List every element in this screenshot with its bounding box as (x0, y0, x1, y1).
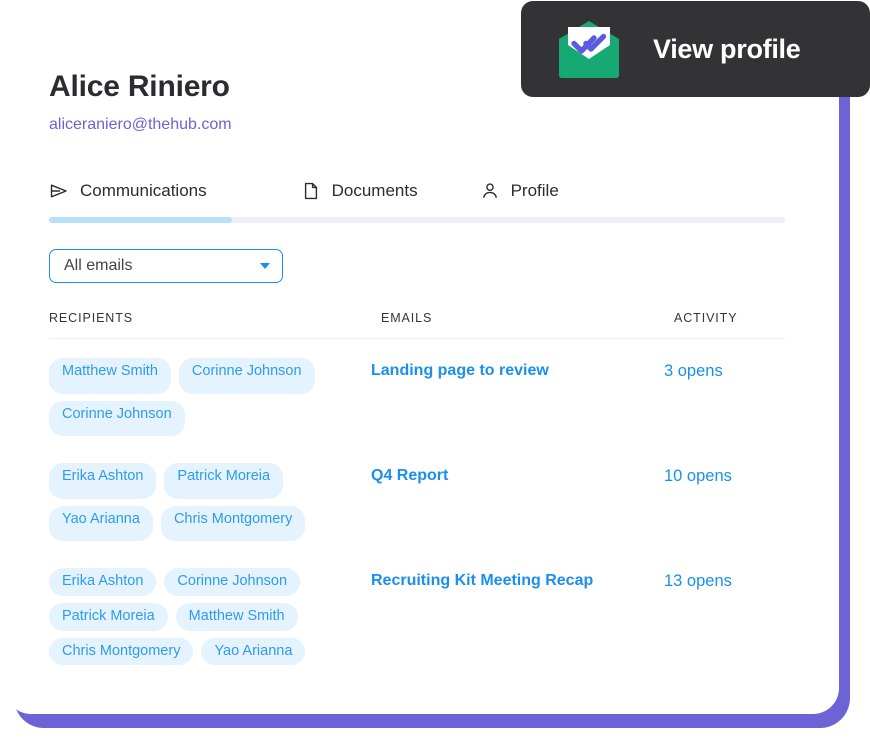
column-header-recipients: RECIPIENTS (49, 311, 134, 326)
profile-card: Alice Riniero aliceraniero@thehub.com Co… (5, 28, 839, 714)
recipient-chip[interactable]: Corinne Johnson (49, 400, 185, 437)
user-email-link[interactable]: aliceraniero@thehub.com (49, 115, 232, 134)
tab-profile[interactable]: Profile (480, 176, 559, 206)
emails-table: RECIPIENTS EMAILS ACTIVITY Matthew Smith… (49, 311, 785, 673)
recipient-chip[interactable]: Erika Ashton (49, 568, 157, 596)
tab-profile-label: Profile (510, 181, 559, 201)
recipient-chip-group: Erika Ashton Corinne Johnson Patrick Morei… (49, 568, 371, 666)
recipient-chip[interactable]: Chris Montgomery (49, 637, 194, 666)
tab-underline-track (49, 217, 785, 224)
recipient-chip[interactable]: Corinne Johnson (178, 358, 315, 394)
mail-read-icon (553, 19, 625, 79)
person-icon (480, 181, 500, 201)
table-header-row: RECIPIENTS EMAILS ACTIVITY (49, 311, 785, 340)
email-subject-link[interactable]: Landing page to review (371, 358, 664, 436)
recipient-chip[interactable]: Patrick Moreia (49, 602, 168, 631)
recipient-chip-group: Matthew Smith Corinne Johnson Corinne John… (49, 358, 371, 437)
recipient-chip[interactable]: Erika Ashton (49, 463, 157, 499)
table-row: Erika Ashton Patrick Moreia Yao Arianna Chr… (49, 444, 785, 549)
table-body: Matthew Smith Corinne Johnson Corinne John… (49, 339, 785, 673)
table-row: Matthew Smith Corinne Johnson Corinne John… (49, 339, 785, 444)
view-profile-tooltip[interactable]: View profile (521, 1, 870, 97)
column-header-activity: ACTIVITY (674, 311, 738, 326)
recipient-chip[interactable]: Matthew Smith (175, 602, 298, 631)
profile-card-body: Alice Riniero aliceraniero@thehub.com Co… (5, 28, 839, 673)
recipient-chip[interactable]: Chris Montgomery (160, 505, 306, 542)
paper-plane-icon (49, 181, 69, 201)
recipient-chip[interactable]: Patrick Moreia (164, 463, 284, 499)
email-subject-link[interactable]: Recruiting Kit Meeting Recap (371, 568, 664, 665)
tab-communications[interactable]: Communications (49, 176, 207, 206)
recipient-chip[interactable]: Corinne Johnson (164, 568, 301, 596)
tab-bar: Communications Documents Profile (49, 162, 795, 206)
view-profile-label: View profile (653, 33, 801, 64)
email-filter-select[interactable]: All emails (49, 249, 283, 284)
recipient-chip[interactable]: Yao Arianna (201, 637, 306, 666)
chevron-down-icon (260, 263, 270, 270)
recipient-chip[interactable]: Yao Arianna (49, 505, 153, 542)
email-filter-value: All emails (64, 257, 133, 275)
document-icon (301, 181, 321, 201)
activity-opens-count: 13 opens (664, 572, 732, 591)
activity-opens-count: 10 opens (664, 467, 732, 486)
tab-communications-label: Communications (80, 181, 207, 201)
column-header-emails: EMAILS (381, 311, 433, 326)
recipient-chip-group: Erika Ashton Patrick Moreia Yao Arianna Chr… (49, 463, 371, 542)
table-row: Erika Ashton Corinne Johnson Patrick Morei… (49, 549, 785, 673)
email-subject-link[interactable]: Q4 Report (371, 463, 664, 541)
activity-opens-count: 3 opens (664, 362, 723, 381)
tab-documents-label: Documents (331, 181, 418, 201)
tab-active-underline (49, 217, 232, 224)
recipient-chip[interactable]: Matthew Smith (49, 358, 171, 394)
tab-documents[interactable]: Documents (301, 176, 418, 206)
